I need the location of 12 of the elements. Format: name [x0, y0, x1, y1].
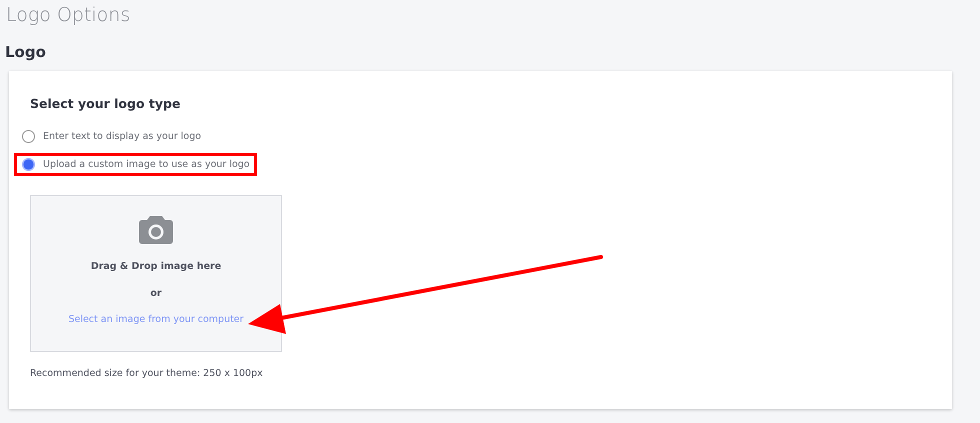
radio-option[interactable]: Enter text to display as your logo — [14, 125, 208, 148]
drop-prompt: Drag & Drop image here — [90, 261, 222, 272]
dropzone[interactable]: Drag & Drop image here or Select an image from your computer — [30, 195, 282, 352]
page-title: Logo Options — [6, 3, 132, 28]
radio-button[interactable] — [22, 158, 35, 171]
camera-icon — [139, 216, 173, 244]
size-hint: Recommended size for your theme: 250 x 100px — [30, 368, 264, 379]
separator-text: or — [150, 288, 162, 299]
section-title: Logo — [5, 42, 47, 62]
radio-button[interactable] — [22, 130, 35, 143]
highlighted-radio-option[interactable]: Upload a custom image to use as your logo — [14, 153, 257, 176]
card-heading: Select your logo type — [30, 96, 182, 111]
